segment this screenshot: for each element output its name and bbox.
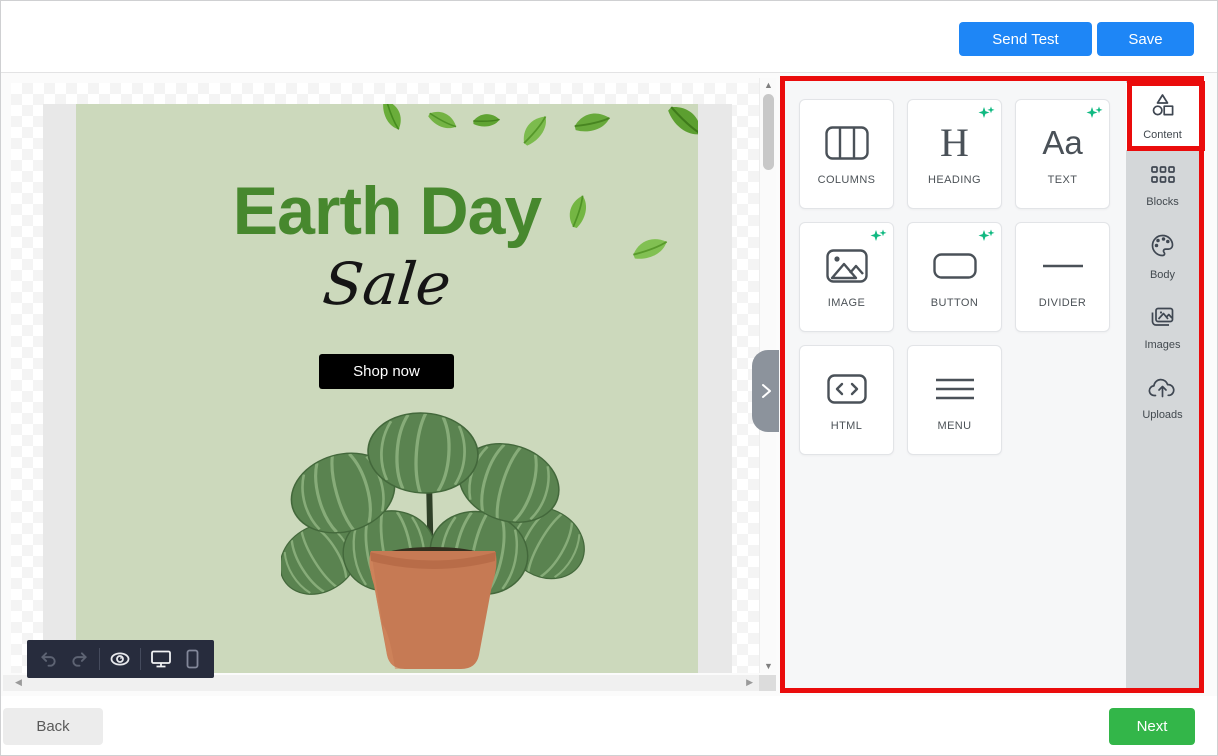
content-card-label: HTML — [831, 420, 863, 432]
content-card-columns[interactable]: COLUMNS — [799, 99, 894, 209]
editor-sidebar: Content Blocks Body — [1126, 81, 1199, 688]
back-button[interactable]: Back — [3, 708, 103, 745]
ai-sparkle-icon — [978, 228, 995, 250]
vertical-scroll-thumb[interactable] — [763, 94, 774, 170]
divider-icon — [1042, 246, 1084, 286]
leaf-image — [372, 104, 412, 136]
email-editor-window: Send Test Save Earth Day Sale — [0, 0, 1218, 756]
menu-icon — [935, 369, 975, 409]
canvas-toolbar — [27, 640, 214, 678]
content-card-label: BUTTON — [931, 297, 978, 309]
toolbar-divider — [99, 648, 100, 670]
preview-eye-icon[interactable] — [109, 648, 131, 670]
ai-sparkle-icon — [870, 228, 887, 250]
toolbar-divider — [140, 648, 141, 670]
leaf-image — [470, 104, 504, 138]
next-button[interactable]: Next — [1109, 708, 1195, 745]
images-icon — [1149, 305, 1176, 334]
columns-icon — [825, 123, 869, 163]
leaf-image — [570, 104, 616, 146]
content-tools-panel: COLUMNS H HEADING Aa TEXT — [780, 76, 1204, 693]
image-icon — [826, 246, 868, 286]
redo-icon[interactable] — [68, 648, 90, 670]
content-card-label: COLUMNS — [818, 174, 876, 186]
cloud-upload-icon — [1148, 376, 1177, 404]
leaf-image — [660, 104, 698, 148]
editor-main-area: Earth Day Sale Shop now — [1, 73, 1217, 698]
mobile-icon[interactable] — [181, 648, 203, 670]
content-card-label: MENU — [938, 420, 972, 432]
bottom-bar: Back Next — [1, 696, 1217, 755]
next-label: Next — [1137, 718, 1168, 735]
content-blocks-grid: COLUMNS H HEADING Aa TEXT — [799, 99, 1110, 455]
content-card-html[interactable]: HTML — [799, 345, 894, 455]
sidebar-tab-content[interactable]: Content — [1126, 83, 1199, 150]
panel-collapse-handle[interactable] — [752, 350, 779, 432]
back-label: Back — [36, 718, 69, 735]
top-toolbar: Send Test Save — [1, 1, 1217, 73]
shop-now-button[interactable]: Shop now — [319, 354, 454, 389]
sidebar-tab-label: Blocks — [1146, 196, 1178, 208]
email-banner-row[interactable]: Earth Day Sale Shop now — [76, 104, 698, 673]
save-label: Save — [1128, 31, 1162, 48]
heading-icon: H — [940, 123, 969, 163]
content-card-button[interactable]: BUTTON — [907, 222, 1002, 332]
sidebar-tab-label: Uploads — [1142, 409, 1182, 421]
send-test-button[interactable]: Send Test — [959, 22, 1092, 56]
sidebar-tab-images[interactable]: Images — [1126, 292, 1199, 363]
sidebar-tab-uploads[interactable]: Uploads — [1126, 363, 1199, 434]
content-card-divider[interactable]: DIVIDER — [1015, 222, 1110, 332]
sidebar-tab-label: Content — [1143, 129, 1182, 141]
scroll-left-arrow[interactable]: ◀ — [15, 677, 22, 688]
text-icon: Aa — [1042, 123, 1082, 163]
sidebar-tab-label: Images — [1144, 339, 1180, 351]
leaf-image — [424, 104, 462, 140]
content-card-image[interactable]: IMAGE — [799, 222, 894, 332]
undo-icon[interactable] — [37, 648, 59, 670]
sidebar-tab-body[interactable]: Body — [1126, 221, 1199, 292]
content-card-heading[interactable]: H HEADING — [907, 99, 1002, 209]
content-card-label: IMAGE — [828, 297, 865, 309]
sidebar-tab-label: Body — [1150, 269, 1175, 281]
email-template[interactable]: Earth Day Sale Shop now — [43, 104, 732, 673]
palette-icon — [1149, 232, 1176, 264]
save-button[interactable]: Save — [1097, 22, 1194, 56]
sidebar-tab-blocks[interactable]: Blocks — [1126, 150, 1199, 221]
shapes-icon — [1149, 92, 1176, 124]
ai-sparkle-icon — [1086, 105, 1103, 127]
html-icon — [827, 369, 867, 409]
scrollbar-corner — [759, 675, 776, 691]
desktop-icon[interactable] — [150, 648, 172, 670]
blocks-grid-icon — [1150, 164, 1176, 191]
content-card-text[interactable]: Aa TEXT — [1015, 99, 1110, 209]
email-heading-text[interactable]: Earth Day — [76, 172, 698, 250]
chevron-right-icon — [755, 379, 777, 403]
content-card-label: TEXT — [1048, 174, 1078, 186]
scroll-up-arrow[interactable]: ▲ — [760, 80, 777, 90]
email-script-text[interactable]: Sale — [76, 250, 698, 318]
design-canvas[interactable]: Earth Day Sale Shop now — [11, 83, 759, 673]
leaf-image — [514, 108, 558, 152]
button-icon — [933, 246, 977, 286]
content-card-label: DIVIDER — [1039, 297, 1086, 309]
scroll-down-arrow[interactable]: ▼ — [760, 661, 777, 671]
send-test-label: Send Test — [992, 31, 1058, 48]
scroll-right-arrow[interactable]: ▶ — [746, 677, 753, 688]
content-card-menu[interactable]: MENU — [907, 345, 1002, 455]
ai-sparkle-icon — [978, 105, 995, 127]
content-card-label: HEADING — [928, 174, 981, 186]
plant-image — [281, 401, 586, 673]
